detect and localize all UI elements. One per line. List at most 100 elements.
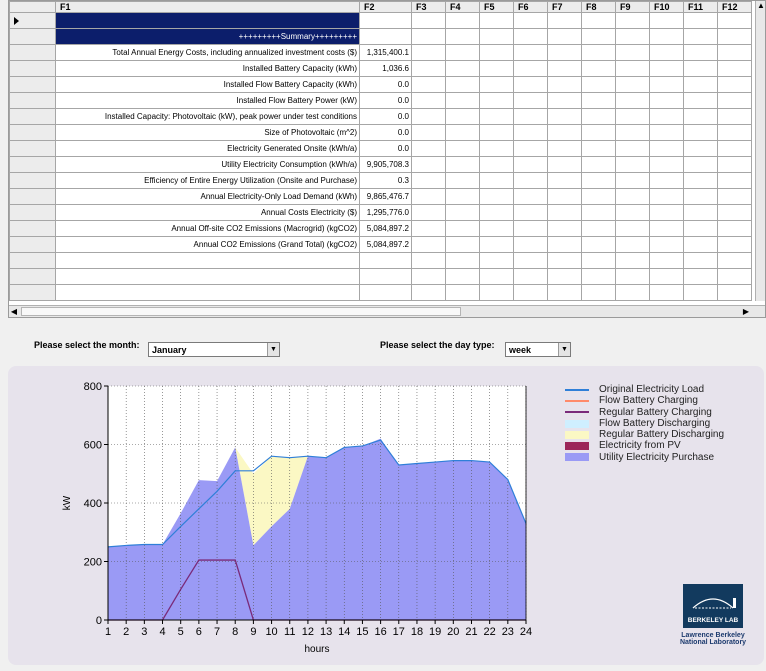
grid-cell[interactable] (615, 44, 650, 61)
grid-cell[interactable] (649, 92, 684, 109)
grid-cell[interactable] (717, 204, 752, 221)
grid-cell[interactable] (683, 28, 718, 45)
grid-cell[interactable] (445, 108, 480, 125)
row-selector[interactable] (9, 108, 56, 125)
grid-cell[interactable] (411, 172, 446, 189)
grid-cell[interactable] (513, 140, 548, 157)
grid-cell[interactable] (411, 92, 446, 109)
table-row[interactable]: Utility Electricity Consumption (kWh/a) 9… (9, 156, 752, 173)
metric-label-cell[interactable]: Annual Electricity-Only Load Demand (kWh… (55, 188, 360, 205)
grid-cell[interactable] (581, 124, 616, 141)
grid-cell[interactable] (513, 60, 548, 77)
grid-cell[interactable] (717, 92, 752, 109)
column-header[interactable]: F8 (581, 1, 616, 13)
metric-label-cell[interactable]: Annual Off-site CO2 Emissions (Macrogrid… (55, 220, 360, 237)
grid-cell[interactable] (547, 252, 582, 269)
grid-cell[interactable] (683, 156, 718, 173)
grid-cell[interactable] (479, 28, 514, 45)
grid-cell[interactable] (683, 252, 718, 269)
grid-cell[interactable] (547, 268, 582, 285)
grid-cell[interactable] (649, 140, 684, 157)
metric-value-cell[interactable]: 5,084,897.2 (359, 236, 412, 253)
grid-cell[interactable] (411, 140, 446, 157)
grid-cell[interactable] (411, 236, 446, 253)
grid-cell[interactable] (513, 284, 548, 301)
table-row[interactable] (9, 12, 752, 29)
grid-cell[interactable] (649, 12, 684, 29)
grid-cell[interactable] (547, 236, 582, 253)
grid-cell[interactable] (615, 92, 650, 109)
table-row[interactable]: Annual Costs Electricity ($) 1,295,776.0 (9, 204, 752, 221)
grid-cell[interactable] (479, 140, 514, 157)
grid-cell[interactable] (445, 172, 480, 189)
grid-cell[interactable] (513, 220, 548, 237)
row-selector[interactable] (9, 172, 56, 189)
grid-cell[interactable] (649, 284, 684, 301)
grid-cell[interactable] (683, 172, 718, 189)
grid-cell[interactable] (615, 252, 650, 269)
metric-label-cell[interactable]: Total Annual Energy Costs, including ann… (55, 44, 360, 61)
grid-cell[interactable] (513, 236, 548, 253)
grid-cell[interactable] (717, 60, 752, 77)
grid-cell[interactable] (513, 108, 548, 125)
grid-cell[interactable] (683, 236, 718, 253)
grid-cell[interactable] (359, 12, 412, 29)
grid-cell[interactable] (683, 76, 718, 93)
table-row[interactable]: Annual Electricity-Only Load Demand (kWh… (9, 188, 752, 205)
grid-cell[interactable] (411, 76, 446, 93)
grid-cell[interactable] (547, 204, 582, 221)
grid-cell[interactable] (683, 108, 718, 125)
grid-cell[interactable] (359, 284, 412, 301)
grid-cell[interactable] (445, 204, 480, 221)
grid-cell[interactable] (649, 188, 684, 205)
metric-value-cell[interactable]: 0.0 (359, 124, 412, 141)
grid-cell[interactable] (615, 12, 650, 29)
metric-value-cell[interactable]: 1,315,400.1 (359, 44, 412, 61)
grid-cell[interactable] (445, 76, 480, 93)
grid-cell[interactable] (615, 60, 650, 77)
metric-label-cell[interactable]: Installed Flow Battery Power (kW) (55, 92, 360, 109)
table-row[interactable]: +++++++++Summary+++++++++ (9, 28, 752, 45)
column-header[interactable]: F4 (445, 1, 480, 13)
row-selector[interactable] (9, 124, 56, 141)
column-header[interactable]: F5 (479, 1, 514, 13)
table-row[interactable] (9, 284, 752, 301)
grid-cell[interactable] (411, 284, 446, 301)
daytype-select[interactable]: week ▼ (505, 342, 571, 357)
grid-cell[interactable] (445, 44, 480, 61)
metric-label-cell[interactable]: Utility Electricity Consumption (kWh/a) (55, 156, 360, 173)
grid-cell[interactable] (683, 92, 718, 109)
grid-cell[interactable] (411, 220, 446, 237)
grid-cell[interactable] (717, 172, 752, 189)
grid-cell[interactable] (479, 60, 514, 77)
grid-cell[interactable] (55, 252, 360, 269)
grid-cell[interactable] (513, 124, 548, 141)
metric-label-cell[interactable]: Annual CO2 Emissions (Grand Total) (kgCO… (55, 236, 360, 253)
grid-cell[interactable] (359, 268, 412, 285)
grid-cell[interactable] (547, 220, 582, 237)
grid-cell[interactable] (411, 108, 446, 125)
column-header[interactable]: F12 (717, 1, 752, 13)
grid-cell[interactable] (581, 188, 616, 205)
grid-cell[interactable] (479, 44, 514, 61)
grid-cell[interactable] (649, 252, 684, 269)
grid-cell[interactable] (615, 220, 650, 237)
grid-cell[interactable] (359, 252, 412, 269)
grid-cell[interactable] (479, 188, 514, 205)
chevron-down-icon[interactable]: ▼ (558, 343, 570, 356)
row-selector[interactable] (9, 60, 56, 77)
grid-cell[interactable] (683, 284, 718, 301)
grid-cell[interactable] (717, 220, 752, 237)
grid-cell[interactable] (513, 12, 548, 29)
table-row[interactable]: Annual Off-site CO2 Emissions (Macrogrid… (9, 220, 752, 237)
grid-cell[interactable] (615, 268, 650, 285)
table-row[interactable]: Installed Capacity: Photovoltaic (kW), p… (9, 108, 752, 125)
grid-cell[interactable] (547, 284, 582, 301)
grid-cell[interactable] (581, 236, 616, 253)
row-selector[interactable] (9, 236, 56, 253)
column-header[interactable]: F11 (683, 1, 718, 13)
grid-cell[interactable] (581, 284, 616, 301)
grid-cell[interactable] (445, 140, 480, 157)
grid-cell[interactable] (513, 76, 548, 93)
grid-cell[interactable] (717, 108, 752, 125)
